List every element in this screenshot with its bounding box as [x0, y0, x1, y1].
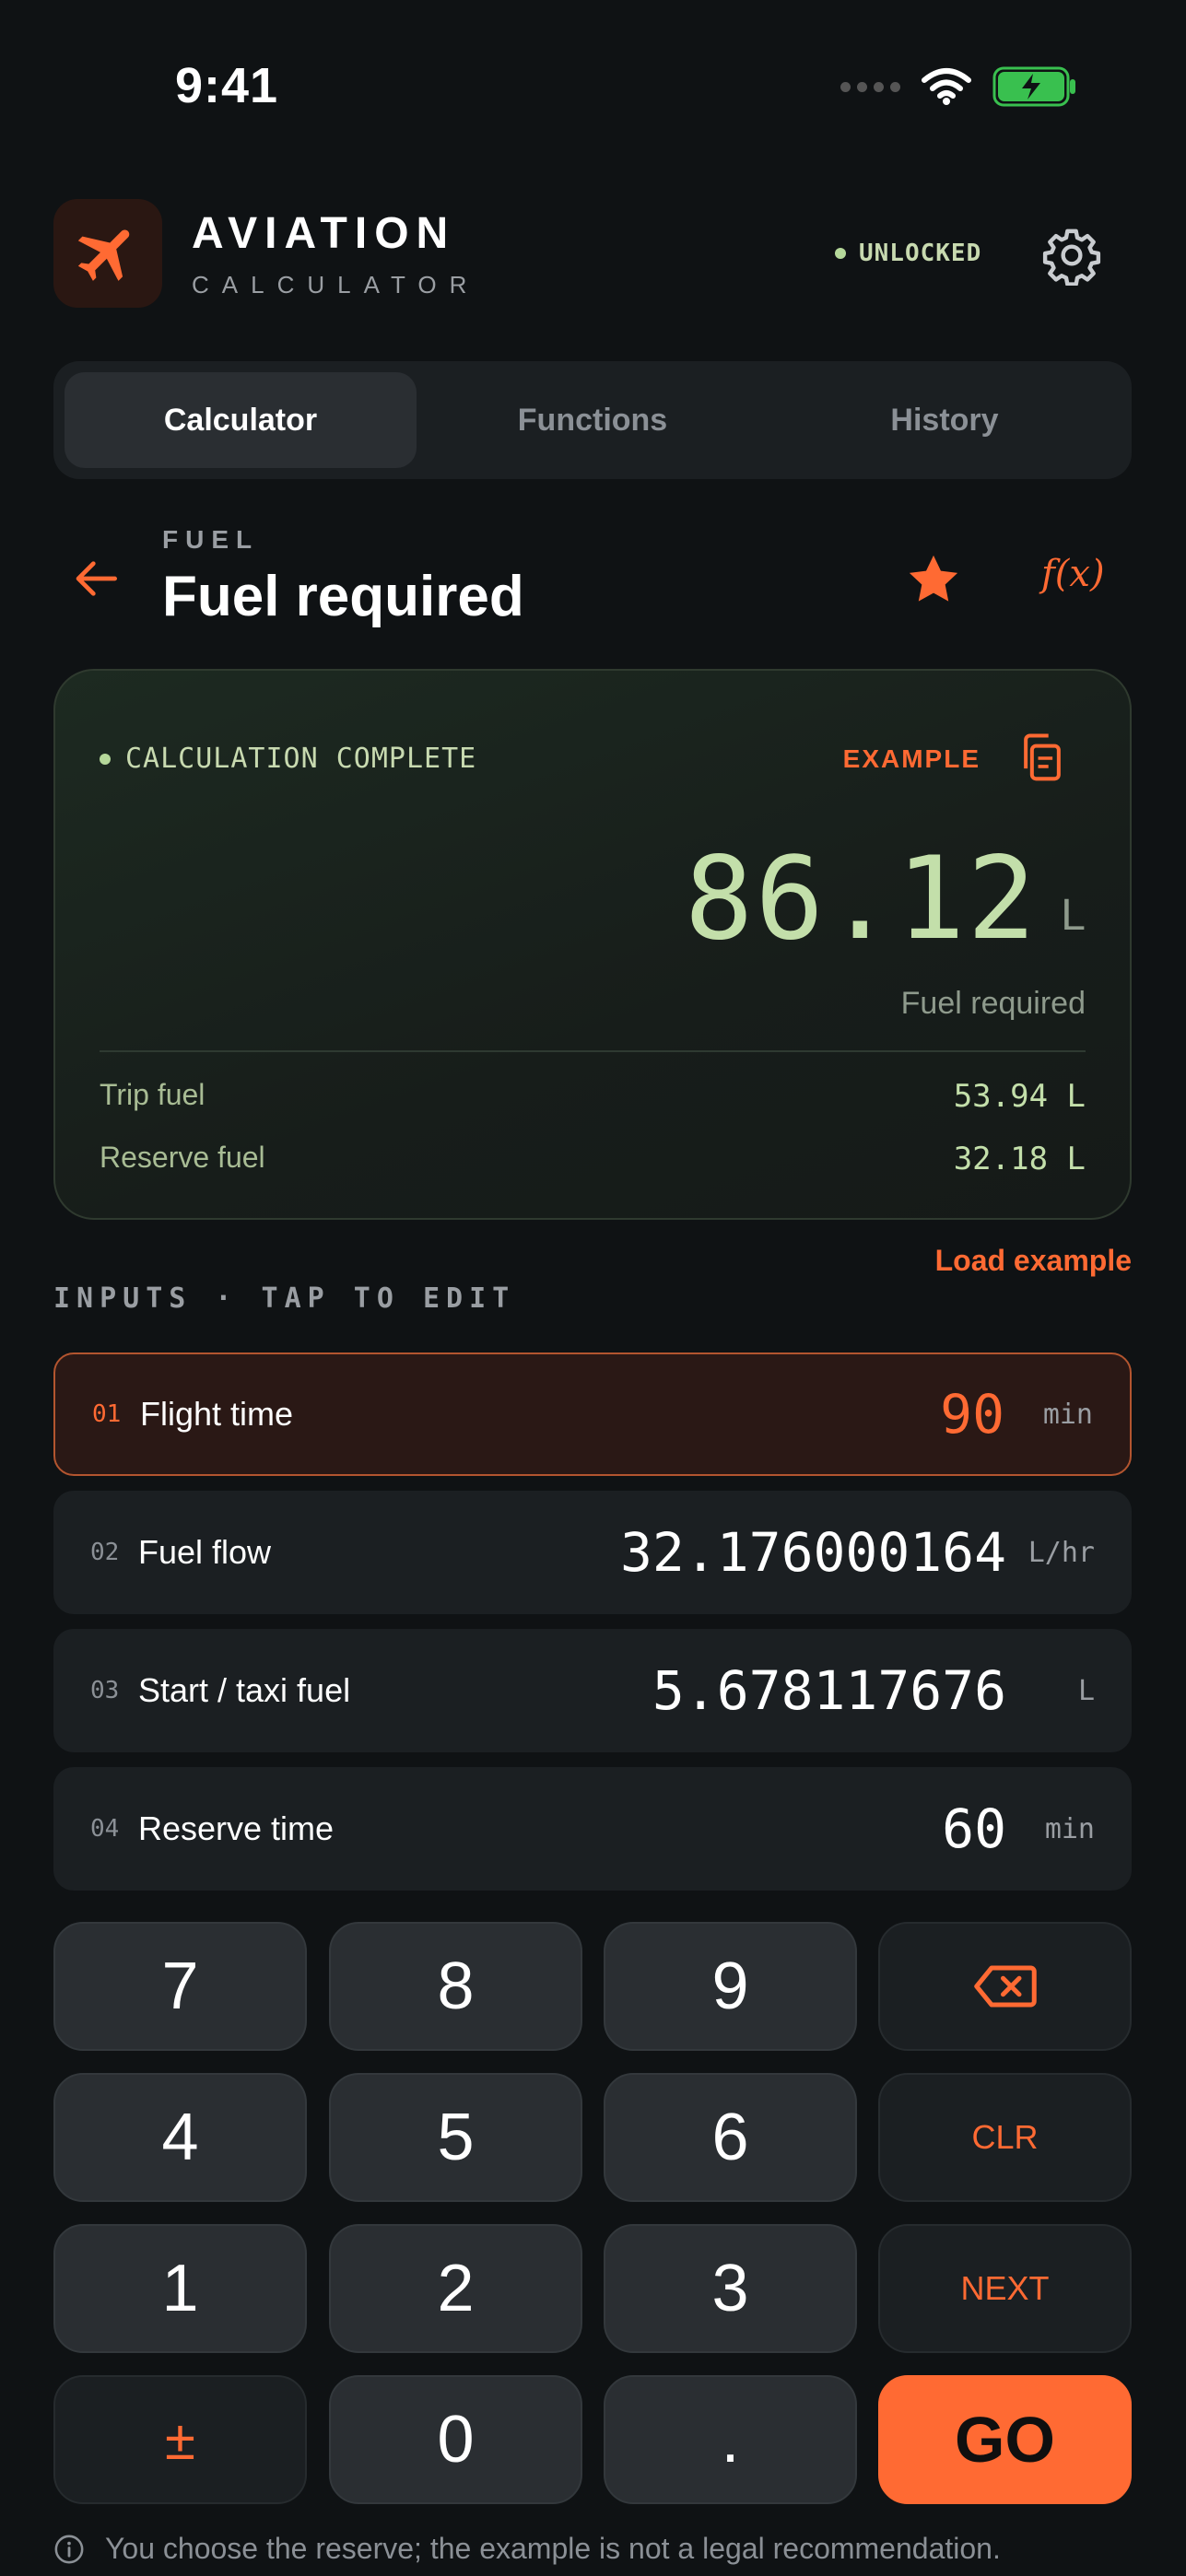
- input-unit: L: [1077, 1674, 1095, 1707]
- star-icon[interactable]: [903, 549, 964, 610]
- breakdown-label: Reserve fuel: [100, 1141, 265, 1174]
- input-index: 02: [90, 1539, 120, 1566]
- status-icons: [840, 66, 1077, 107]
- status-time: 9:41: [175, 58, 279, 113]
- airplane-icon: [77, 229, 130, 281]
- app-logo: [53, 199, 162, 308]
- input-value[interactable]: 32.176000164: [620, 1521, 1006, 1584]
- wifi-icon: [922, 68, 971, 105]
- key-3[interactable]: 3: [604, 2224, 857, 2353]
- category-label: FUEL: [162, 525, 260, 554]
- input-unit: min: [1042, 1398, 1093, 1431]
- key-9[interactable]: 9: [604, 1922, 857, 2051]
- unlock-label: UNLOCKED: [859, 240, 982, 267]
- load-example-link[interactable]: Load example: [935, 1244, 1132, 1278]
- footnote-text: You choose the reserve; the example is n…: [105, 2532, 1001, 2565]
- key-8[interactable]: 8: [329, 1922, 582, 2051]
- input-row-start-taxi-fuel[interactable]: 03 Start / taxi fuel 5.678117676 L: [53, 1629, 1132, 1752]
- decimal-key[interactable]: .: [604, 2375, 857, 2504]
- input-row-fuel-flow[interactable]: 02 Fuel flow 32.176000164 L/hr: [53, 1491, 1132, 1614]
- function-button[interactable]: f(x): [1041, 553, 1105, 595]
- page-title: Fuel required: [162, 565, 524, 628]
- tab-calculator[interactable]: Calculator: [65, 372, 417, 468]
- gear-icon[interactable]: [1041, 225, 1102, 286]
- input-index: 04: [90, 1815, 120, 1843]
- input-value[interactable]: 5.678117676: [652, 1659, 1006, 1722]
- status-dot: [835, 248, 846, 259]
- plus-minus-key[interactable]: ±: [53, 2375, 307, 2504]
- key-7[interactable]: 7: [53, 1922, 307, 2051]
- result-value: 86.12: [684, 833, 1038, 966]
- breakdown-label: Trip fuel: [100, 1078, 205, 1111]
- back-arrow-icon[interactable]: [72, 553, 123, 604]
- key-4[interactable]: 4: [53, 2073, 307, 2202]
- input-unit: L/hr: [1027, 1536, 1095, 1569]
- input-row-flight-time[interactable]: 01 Flight time 90 min: [53, 1352, 1132, 1476]
- input-unit: min: [1044, 1812, 1095, 1845]
- input-index: 03: [90, 1677, 120, 1704]
- app-title: AVIATION: [192, 209, 456, 258]
- backspace-key[interactable]: [878, 1922, 1132, 2051]
- breakdown-value: 53.94 L: [953, 1078, 1086, 1115]
- key-5[interactable]: 5: [329, 2073, 582, 2202]
- result-card: CALCULATION COMPLETE EXAMPLE 86.12 L Fue…: [53, 669, 1132, 1220]
- key-6[interactable]: 6: [604, 2073, 857, 2202]
- copy-icon[interactable]: [1017, 732, 1067, 785]
- example-badge: EXAMPLE: [842, 744, 981, 773]
- input-index: 01: [92, 1400, 122, 1428]
- unlock-status: UNLOCKED: [835, 240, 981, 267]
- tab-history[interactable]: History: [769, 372, 1121, 468]
- result-unit: L: [1061, 891, 1086, 940]
- go-button[interactable]: GO: [878, 2375, 1132, 2504]
- footnote: You choose the reserve; the example is n…: [53, 2532, 1001, 2566]
- breakdown-value: 32.18 L: [953, 1141, 1086, 1177]
- clear-key[interactable]: CLR: [878, 2073, 1132, 2202]
- backspace-icon: [973, 1965, 1037, 2008]
- tab-functions[interactable]: Functions: [417, 372, 769, 468]
- app-subtitle: CALCULATOR: [192, 271, 480, 299]
- status-dot: [100, 753, 111, 765]
- calculation-status: CALCULATION COMPLETE: [100, 743, 476, 775]
- breakdown-row-trip: Trip fuel 53.94 L: [100, 1078, 1086, 1115]
- input-value[interactable]: 60: [942, 1797, 1006, 1860]
- key-2[interactable]: 2: [329, 2224, 582, 2353]
- info-icon: [54, 2535, 84, 2563]
- tab-bar: Calculator Functions History: [53, 361, 1132, 479]
- input-label: Fuel flow: [138, 1533, 272, 1571]
- calculation-status-label: CALCULATION COMPLETE: [125, 743, 477, 775]
- input-label: Start / taxi fuel: [138, 1671, 351, 1709]
- inputs-label: INPUTS · TAP TO EDIT: [53, 1282, 516, 1315]
- input-label: Flight time: [140, 1395, 294, 1433]
- input-row-reserve-time[interactable]: 04 Reserve time 60 min: [53, 1767, 1132, 1891]
- input-value[interactable]: 90: [940, 1383, 1004, 1446]
- signal-icon: [840, 81, 900, 92]
- breakdown-row-reserve: Reserve fuel 32.18 L: [100, 1141, 1086, 1177]
- input-label: Reserve time: [138, 1809, 335, 1847]
- next-key[interactable]: NEXT: [878, 2224, 1132, 2353]
- key-0[interactable]: 0: [329, 2375, 582, 2504]
- divider: [100, 1050, 1086, 1052]
- result-label: Fuel required: [900, 986, 1086, 1021]
- key-1[interactable]: 1: [53, 2224, 307, 2353]
- battery-icon: [992, 66, 1075, 107]
